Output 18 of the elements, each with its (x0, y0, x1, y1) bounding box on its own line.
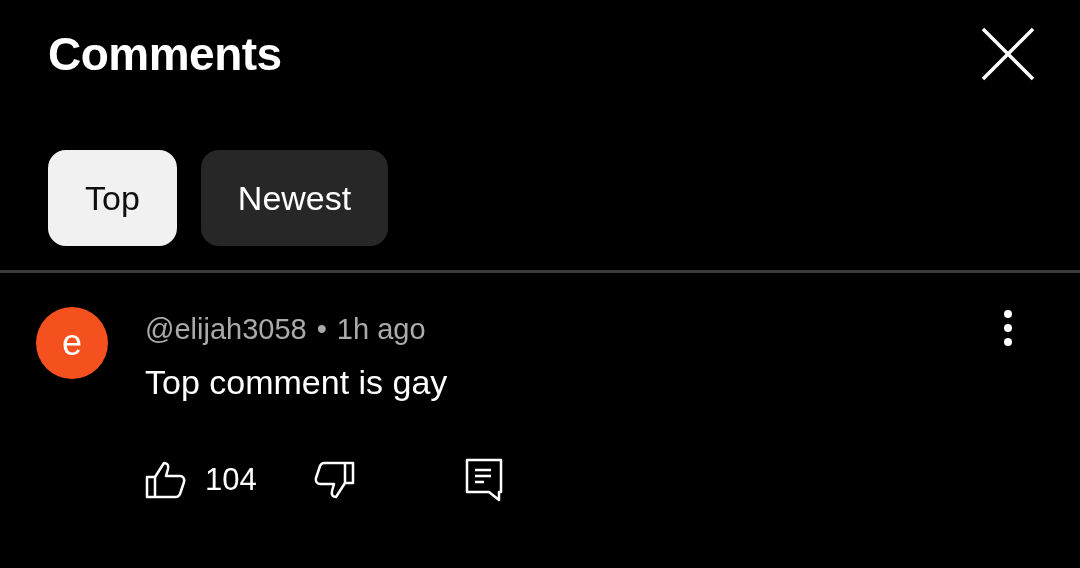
close-icon (980, 26, 1036, 82)
kebab-icon (1003, 309, 1013, 347)
comment-text: Top comment is gay (145, 363, 449, 402)
like-button[interactable] (145, 461, 187, 499)
reply-button[interactable] (464, 458, 503, 502)
filter-chip[interactable]: Newest (200, 150, 389, 246)
author-name: @elijah3058 (145, 312, 307, 346)
like-count: 104 (205, 462, 257, 498)
avatar: e (36, 307, 108, 379)
thumbs-up-icon (145, 461, 187, 499)
filter-chip[interactable]: Top (48, 150, 177, 246)
panel-title: Comments (48, 27, 282, 81)
comment-time: 1h ago (336, 312, 426, 346)
close-button[interactable] (980, 26, 1036, 82)
thumbs-down-icon (312, 461, 355, 499)
comment-icon (464, 458, 503, 502)
separator: • (316, 312, 327, 346)
dislike-button[interactable] (312, 461, 355, 499)
